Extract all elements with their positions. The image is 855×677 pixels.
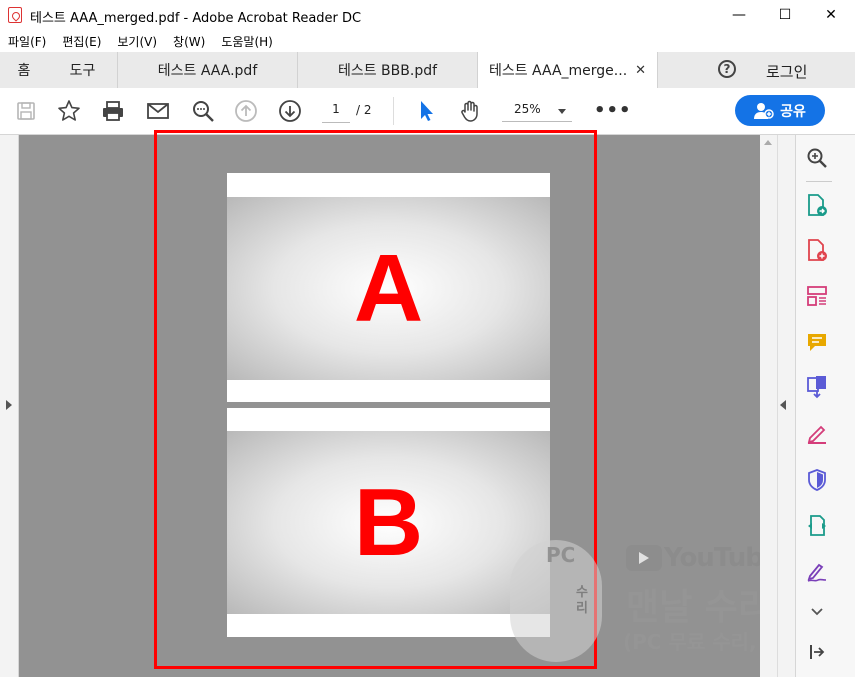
menu-bar: 파일(F) 편집(E) 보기(V) 창(W) 도움말(H) xyxy=(0,30,855,52)
tab-label: 테스트 AAA_merge... xyxy=(488,63,628,79)
tab-document-bbb[interactable]: 테스트 BBB.pdf xyxy=(298,52,478,88)
zoom-search-icon[interactable] xyxy=(191,99,215,123)
more-tools-icon[interactable]: ••• xyxy=(594,100,632,121)
tools-divider xyxy=(806,181,832,182)
save-icon[interactable] xyxy=(14,99,38,123)
share-button[interactable]: 공유 xyxy=(735,95,825,126)
print-icon[interactable] xyxy=(101,99,125,123)
sign-icon[interactable] xyxy=(805,560,829,584)
help-icon[interactable]: ? xyxy=(718,60,736,78)
watermark-badge-vertical: 수리 xyxy=(576,585,588,616)
minimize-button[interactable]: — xyxy=(716,0,762,30)
organize-pages-icon[interactable] xyxy=(805,284,829,308)
tab-document-aaa[interactable]: 테스트 AAA.pdf xyxy=(118,52,298,88)
watermark-badge-text: PC xyxy=(546,543,576,567)
menu-help[interactable]: 도움말(H) xyxy=(221,33,273,50)
page-up-icon[interactable] xyxy=(234,99,258,123)
menu-window[interactable]: 창(W) xyxy=(173,33,205,50)
close-tab-icon[interactable]: ✕ xyxy=(635,63,646,78)
add-user-icon xyxy=(754,102,774,119)
login-link[interactable]: 로그인 xyxy=(766,61,807,82)
vertical-scrollbar[interactable] xyxy=(760,135,777,677)
scroll-up-icon[interactable] xyxy=(764,140,772,145)
combine-files-icon[interactable] xyxy=(805,375,829,399)
chevron-down-icon[interactable] xyxy=(805,600,829,624)
window-title: 테스트 AAA_merged.pdf - Adobe Acrobat Reade… xyxy=(30,11,362,26)
zoom-search-icon[interactable] xyxy=(805,146,829,170)
tab-tools[interactable]: 도구 xyxy=(48,52,118,88)
collapse-right-pane-icon[interactable] xyxy=(780,400,786,410)
collapse-pane-icon[interactable] xyxy=(805,640,829,664)
mail-icon[interactable] xyxy=(146,99,170,123)
menu-view[interactable]: 보기(V) xyxy=(117,33,157,50)
share-link-icon[interactable] xyxy=(805,514,829,538)
toolbar-divider xyxy=(393,97,394,125)
menu-file[interactable]: 파일(F) xyxy=(8,33,46,50)
tab-document-merged[interactable]: 테스트 AAA_merge... ✕ xyxy=(478,52,658,88)
select-cursor-icon[interactable] xyxy=(414,99,438,123)
youtube-icon xyxy=(626,545,662,571)
maximize-button[interactable]: ☐ xyxy=(762,0,808,30)
expand-left-pane-icon[interactable] xyxy=(6,400,12,410)
menu-edit[interactable]: 편집(E) xyxy=(62,33,101,50)
export-pdf-icon[interactable] xyxy=(805,193,829,217)
comment-icon[interactable] xyxy=(805,330,829,354)
close-button[interactable]: ✕ xyxy=(808,0,854,30)
protect-icon[interactable] xyxy=(805,468,829,492)
share-label: 공유 xyxy=(780,103,806,120)
tab-home[interactable]: 홈 xyxy=(0,52,48,88)
page-total: / 2 xyxy=(356,103,372,117)
hand-tool-icon[interactable] xyxy=(458,99,482,123)
create-pdf-icon[interactable] xyxy=(805,238,829,262)
fill-sign-icon[interactable] xyxy=(805,421,829,445)
page-number-input[interactable]: 1 xyxy=(322,102,350,123)
chevron-down-icon[interactable] xyxy=(558,109,566,114)
star-icon[interactable] xyxy=(57,99,81,123)
acrobat-icon xyxy=(8,7,22,23)
page-down-icon[interactable] xyxy=(278,99,302,123)
